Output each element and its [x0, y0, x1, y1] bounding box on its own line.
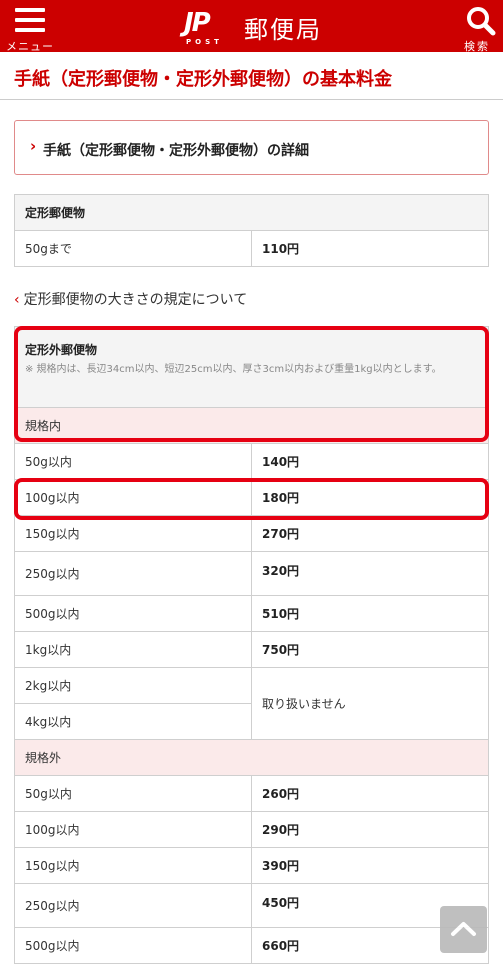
logo-text: 郵便局	[244, 16, 322, 44]
price-cell: 290円	[251, 811, 489, 848]
table-row: 250g以内 450円	[14, 883, 489, 928]
price-cell: 110円	[251, 230, 489, 267]
logo-sub: POST	[186, 38, 223, 46]
price-cell: 260円	[251, 775, 489, 812]
weight-cell: 1kg以内	[14, 631, 252, 668]
back-to-top-button[interactable]	[440, 906, 487, 953]
price-cell: 140円	[251, 443, 489, 480]
table-row: 1kg以内 750円	[14, 631, 489, 668]
hamburger-icon	[15, 8, 45, 32]
detail-link-label: 手紙（定形郵便物・定形外郵便物）の詳細	[43, 143, 309, 159]
highlight-box-standard-header	[14, 326, 489, 442]
menu-label: メニュー	[6, 40, 54, 53]
table-header-row: 定形郵便物	[14, 194, 489, 231]
weight-cell: 500g以内	[14, 927, 252, 964]
weight-cell: 150g以内	[14, 847, 252, 884]
weight-cell: 4kg以内	[14, 703, 252, 740]
site-header: メニュー JP POST 郵便局 検索	[0, 0, 503, 53]
highlight-box-100g-row	[14, 478, 489, 520]
price-cell: 510円	[251, 595, 489, 632]
weight-cell: 50gまで	[14, 230, 252, 267]
price-cell: 270円	[251, 515, 489, 552]
table-row: 500g以内 510円	[14, 595, 489, 632]
detail-link[interactable]: › 手紙（定形郵便物・定形外郵便物）の詳細	[14, 120, 489, 175]
table-row: 100g以内 290円	[14, 811, 489, 848]
price-cell-not-handled: 取り扱いません	[251, 667, 489, 740]
section-row: 規格外	[14, 739, 489, 776]
size-rule-link[interactable]: ‹ 定形郵便物の大きさの規定について	[14, 289, 247, 309]
weight-cell: 500g以内	[14, 595, 252, 632]
menu-button[interactable]: メニュー	[6, 4, 54, 53]
weight-cell: 250g以内	[14, 883, 252, 928]
chevron-right-icon: ›	[30, 137, 37, 155]
table-row: 50gまで 110円	[14, 230, 489, 267]
search-icon	[467, 7, 496, 36]
japan-post-logo[interactable]: JP POST 郵便局	[184, 8, 334, 48]
table-row: 250g以内 320円	[14, 551, 489, 596]
chevron-left-icon: ‹	[14, 292, 20, 308]
page-title: 手紙（定形郵便物・定形外郵便物）の基本料金	[14, 69, 392, 90]
price-cell: 750円	[251, 631, 489, 668]
logo-mark: JP	[184, 8, 211, 38]
table-header: 定形郵便物	[14, 194, 489, 231]
price-cell: 390円	[251, 847, 489, 884]
weight-cell: 50g以内	[14, 443, 252, 480]
weight-cell: 50g以内	[14, 775, 252, 812]
weight-cell: 150g以内	[14, 515, 252, 552]
weight-cell: 100g以内	[14, 811, 252, 848]
table-row: 2kg以内 取り扱いません	[14, 667, 489, 740]
price-cell: 320円	[251, 551, 489, 596]
table-row: 50g以内 140円	[14, 443, 489, 480]
teikei-table: 定形郵便物 50gまで 110円	[14, 194, 489, 267]
table-row: 500g以内 660円	[14, 927, 489, 964]
weight-cell: 2kg以内	[14, 667, 252, 704]
section-label-nonstandard: 規格外	[14, 739, 489, 776]
chevron-up-icon	[451, 922, 476, 936]
table-row: 50g以内 260円	[14, 775, 489, 812]
size-rule-label: 定形郵便物の大きさの規定について	[23, 292, 248, 308]
search-label: 検索	[464, 40, 490, 53]
title-divider	[0, 99, 503, 100]
search-button[interactable]: 検索	[460, 4, 500, 53]
table-row: 150g以内 390円	[14, 847, 489, 884]
weight-cell: 250g以内	[14, 551, 252, 596]
table-row: 150g以内 270円	[14, 515, 489, 552]
